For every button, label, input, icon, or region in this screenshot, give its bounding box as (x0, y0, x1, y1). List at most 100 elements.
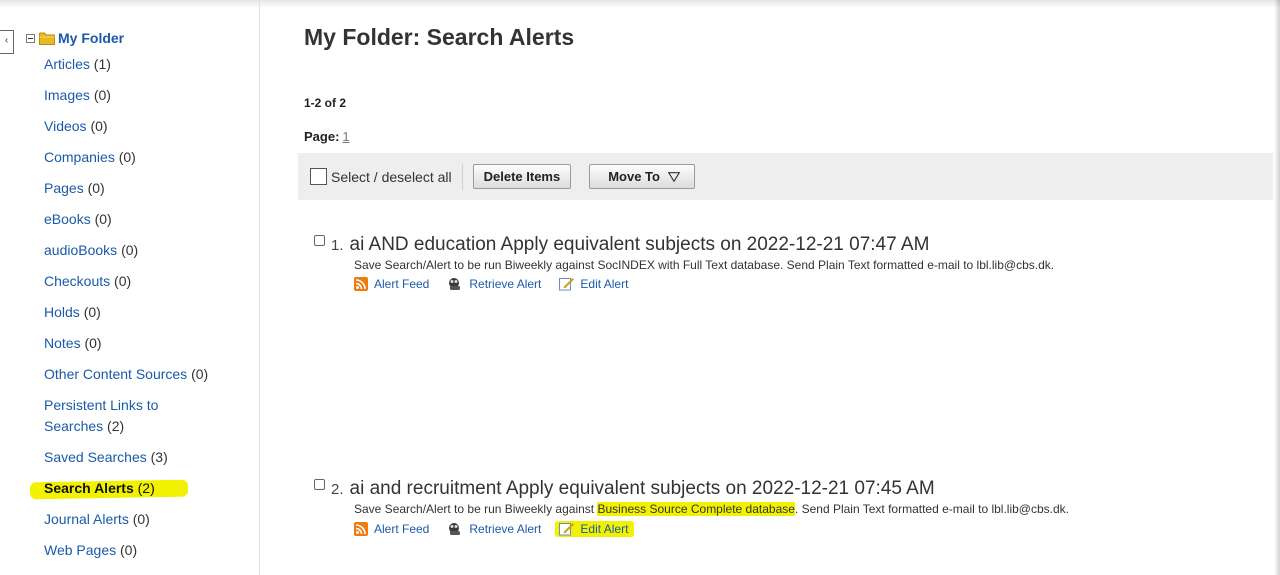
select-all-label[interactable]: Select / deselect all (331, 169, 452, 185)
pagination: Page: 1 (304, 129, 350, 144)
sidebar-item-ebooks[interactable]: eBooks (0) (44, 209, 254, 230)
retrieve-alert-link[interactable]: Retrieve Alert (447, 522, 541, 536)
sidebar-item-count: (0) (90, 118, 108, 134)
retrieve-alert-icon (449, 278, 461, 290)
sidebar-item-label: Notes (44, 335, 81, 351)
alert-feed-label: Alert Feed (374, 277, 430, 291)
sidebar-item-label: Companies (44, 149, 115, 165)
window-right-shadow (1274, 0, 1280, 575)
alert-result: 1. ai AND education Apply equivalent sub… (314, 234, 1054, 291)
sidebar-item-label: Pages (44, 180, 84, 196)
retrieve-alert-link[interactable]: Retrieve Alert (447, 277, 541, 291)
alert-feed-label: Alert Feed (374, 522, 430, 536)
edit-alert-link[interactable]: Edit Alert (559, 277, 628, 291)
result-number: 2. (331, 481, 344, 498)
sidebar-item-videos[interactable]: Videos (0) (44, 116, 254, 137)
sidebar-item-images[interactable]: Images (0) (44, 85, 254, 106)
folder-toolbar: Select / deselect all Delete Items Move … (298, 153, 1273, 200)
sidebar-item-label: Saved Searches (44, 449, 147, 465)
desc-text: . Send Plain Text formatted e-mail to lb… (794, 502, 1070, 516)
move-to-button[interactable]: Move To (589, 164, 695, 189)
sidebar-item-label: Journal Alerts (44, 511, 129, 527)
alert-result: 2. ai and recruitment Apply equivalent s… (314, 478, 1069, 537)
sidebar-item-saved-searches[interactable]: Saved Searches (3) (44, 447, 254, 468)
result-actions: Alert Feed Retrieve Alert Edit Alert (354, 277, 1054, 291)
page-label: Page: (304, 129, 340, 144)
sidebar-item-companies[interactable]: Companies (0) (44, 147, 254, 168)
main-content: My Folder: Search Alerts 1-2 of 2 Page: 1… (288, 0, 1273, 575)
sidebar-item-pages[interactable]: Pages (0) (44, 178, 254, 199)
chevron-down-icon (667, 171, 680, 182)
result-checkbox[interactable] (314, 479, 325, 490)
edit-alert-icon (559, 278, 575, 291)
sidebar-item-count: (3) (150, 449, 168, 465)
minus-box-icon[interactable] (26, 33, 35, 43)
folder-title[interactable]: My Folder (58, 30, 124, 46)
edit-alert-link[interactable]: Edit Alert (555, 521, 635, 537)
sidebar-item-label: Articles (44, 56, 90, 72)
sidebar-item-search-alerts[interactable]: Search Alerts (2) (29, 478, 254, 500)
desc-database: SocINDEX with Full Text database (597, 258, 780, 272)
sidebar-item-label: eBooks (44, 211, 91, 227)
sidebar-item-count: (0) (191, 366, 209, 382)
sidebar-item-audiobooks[interactable]: audioBooks (0) (44, 240, 254, 261)
result-number: 1. (331, 237, 344, 254)
sidebar-item-other-content-sources[interactable]: Other Content Sources (0) (44, 364, 254, 385)
desc-database-highlighted: Business Source Complete database (597, 502, 795, 516)
sidebar-item-count: (0) (93, 87, 111, 103)
sidebar-item-articles[interactable]: Articles (1) (44, 54, 254, 75)
folder-item-list: Articles (1) Images (0) Videos (0) Compa… (29, 54, 254, 571)
sidebar-item-count: (0) (121, 242, 139, 258)
results-range: 1-2 of 2 (304, 96, 347, 110)
retrieve-alert-icon (449, 523, 461, 535)
sidebar-item-count: (0) (94, 211, 112, 227)
move-to-label: Move To (608, 169, 660, 184)
collapse-sidebar-button[interactable]: ‹ (0, 30, 14, 54)
sidebar-item-count: (0) (87, 180, 105, 196)
desc-text: . Send Plain Text formatted e-mail to lb… (780, 258, 1055, 272)
alert-feed-link[interactable]: Alert Feed (354, 277, 429, 291)
sidebar-item-notes[interactable]: Notes (0) (44, 333, 254, 354)
edit-alert-label: Edit Alert (580, 522, 629, 536)
folder-icon (39, 32, 55, 45)
result-actions: Alert Feed Retrieve Alert Edit Alert (354, 521, 1069, 537)
folder-tree-root[interactable]: My Folder (26, 29, 124, 47)
retrieve-alert-label: Retrieve Alert (469, 277, 542, 291)
sidebar-item-count: (2) (137, 480, 155, 496)
page-title: My Folder: Search Alerts (304, 24, 575, 50)
result-title: ai and recruitment Apply equivalent subj… (349, 478, 935, 499)
edit-alert-label: Edit Alert (580, 277, 629, 291)
sidebar-item-label: Other Content Sources (44, 366, 188, 382)
sidebar-item-checkouts[interactable]: Checkouts (0) (44, 271, 254, 292)
delete-items-button[interactable]: Delete Items (472, 164, 572, 189)
result-checkbox[interactable] (314, 235, 325, 246)
result-title: ai AND education Apply equivalent subjec… (349, 234, 930, 255)
sidebar-item-journal-alerts[interactable]: Journal Alerts (0) (44, 509, 254, 530)
sidebar-item-count: (0) (114, 273, 132, 289)
sidebar-item-persistent-links[interactable]: Persistent Links to Searches (2) (44, 395, 194, 437)
result-description: Save Search/Alert to be run Biweekly aga… (354, 258, 1054, 272)
sidebar-item-count: (2) (107, 418, 125, 434)
sidebar-item-label: Checkouts (44, 273, 111, 289)
rss-feed-icon (354, 277, 368, 291)
page-link-1[interactable]: 1 (342, 129, 349, 144)
desc-text: Save Search/Alert to be run Biweekly aga… (354, 502, 598, 516)
edit-alert-icon (559, 523, 575, 536)
toolbar-divider (461, 163, 463, 190)
sidebar-item-web-pages[interactable]: Web Pages (0) (44, 540, 254, 561)
result-title-row: 2. ai and recruitment Apply equivalent s… (314, 478, 1069, 500)
sidebar-item-count: (0) (118, 149, 136, 165)
folder-sidebar: ‹ My Folder Articles (1) Images (0) Vide… (0, 0, 260, 575)
sidebar-item-count: (1) (93, 56, 111, 72)
rss-feed-icon (354, 522, 368, 536)
sidebar-item-label: audioBooks (44, 242, 118, 258)
sidebar-item-holds[interactable]: Holds (0) (44, 302, 254, 323)
sidebar-item-label: Web Pages (44, 542, 117, 558)
retrieve-alert-label: Retrieve Alert (469, 522, 542, 536)
sidebar-item-count: (0) (83, 304, 101, 320)
sidebar-item-label: Persistent Links to Searches (44, 397, 159, 434)
sidebar-item-label: Images (44, 87, 90, 103)
select-all-checkbox[interactable] (310, 168, 327, 185)
alert-feed-link[interactable]: Alert Feed (354, 522, 429, 536)
sidebar-item-count: (0) (132, 511, 150, 527)
